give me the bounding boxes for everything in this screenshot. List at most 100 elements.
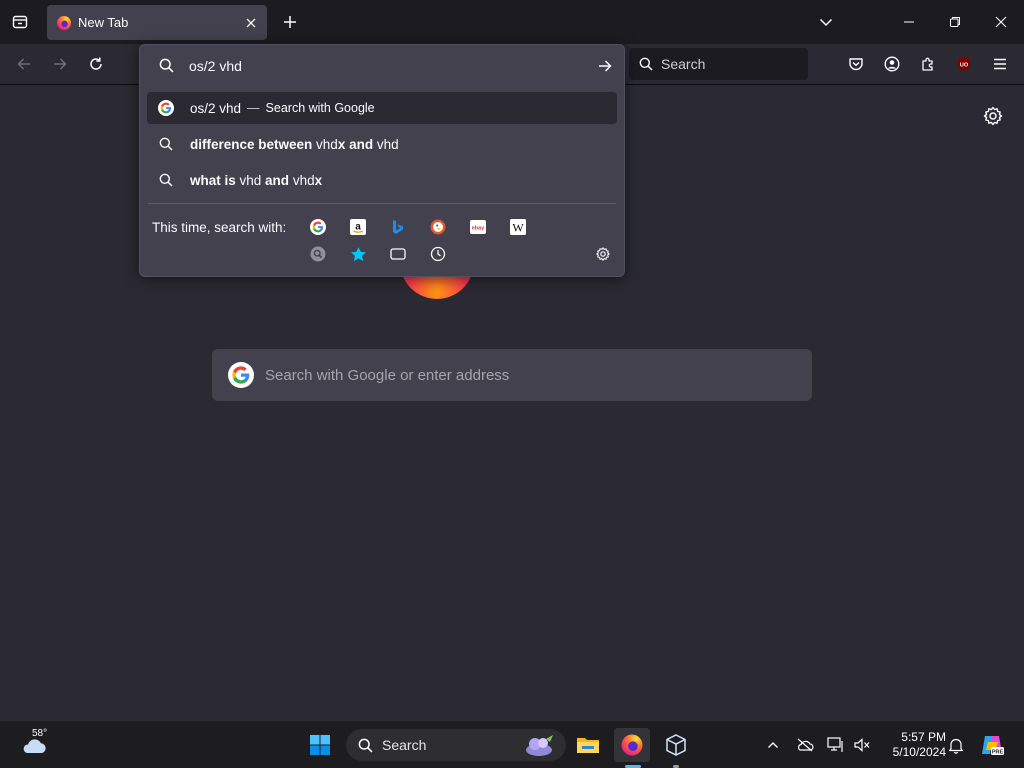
result-search-with-google[interactable]: os/2 vhd — Search with Google bbox=[147, 92, 617, 124]
engine-amazon-button[interactable]: a bbox=[347, 216, 369, 238]
ublock-badge: UO bbox=[960, 63, 969, 69]
volume-tray-icon[interactable] bbox=[852, 735, 872, 755]
taskbar-search-placeholder: Search bbox=[382, 737, 427, 753]
bell-icon bbox=[948, 738, 964, 754]
search-icon bbox=[159, 173, 173, 187]
onedrive-tray-icon[interactable] bbox=[795, 735, 815, 755]
engine-bing-button[interactable] bbox=[387, 216, 409, 238]
result-separator: — bbox=[247, 101, 260, 115]
chevron-up-icon bbox=[768, 742, 778, 748]
amazon-icon: a bbox=[350, 219, 366, 235]
network-monitor-icon bbox=[827, 737, 843, 752]
firefox-view-icon bbox=[12, 15, 28, 29]
urlbar-input[interactable]: os/2 vhd bbox=[140, 45, 624, 86]
duckduckgo-icon bbox=[430, 219, 446, 235]
google-icon bbox=[310, 219, 326, 235]
ntp-settings-button[interactable] bbox=[982, 105, 1004, 127]
clock-time: 5:57 PM bbox=[901, 730, 946, 744]
firefox-taskbar-button[interactable] bbox=[614, 728, 650, 762]
result-suggestion[interactable]: difference between vhdx and vhd bbox=[147, 128, 617, 160]
urlbar-value[interactable]: os/2 vhd bbox=[189, 58, 597, 74]
firefox-favicon-icon bbox=[57, 15, 71, 30]
panel-divider bbox=[148, 203, 616, 204]
close-icon bbox=[246, 18, 256, 27]
minimize-icon bbox=[904, 21, 914, 23]
star-icon bbox=[350, 246, 366, 261]
virtualbox-cube-icon bbox=[666, 734, 686, 756]
bookmarks-search-button[interactable] bbox=[347, 243, 369, 265]
virtualbox-button[interactable] bbox=[658, 728, 694, 762]
ntp-search-placeholder: Search with Google or enter address bbox=[265, 366, 510, 384]
tab-close-button[interactable] bbox=[240, 12, 262, 34]
close-window-button[interactable] bbox=[978, 0, 1024, 44]
search-settings-button[interactable] bbox=[592, 243, 614, 265]
back-button[interactable] bbox=[9, 49, 39, 79]
restore-button[interactable] bbox=[932, 0, 978, 44]
cloud-off-icon bbox=[797, 738, 814, 752]
suggestion-text: difference between vhdx and vhd bbox=[190, 136, 399, 152]
gear-icon bbox=[983, 106, 1003, 126]
account-icon bbox=[884, 56, 900, 72]
pocket-button[interactable] bbox=[841, 49, 871, 79]
ebay-glyph: ebay bbox=[472, 226, 485, 232]
extensions-button[interactable] bbox=[913, 49, 943, 79]
magnifier-badge-icon bbox=[310, 246, 326, 262]
engine-google-button[interactable] bbox=[307, 216, 329, 238]
new-tab-button[interactable] bbox=[274, 6, 306, 38]
search-bar-placeholder: Search bbox=[661, 56, 706, 72]
chevron-down-icon bbox=[819, 18, 833, 27]
forward-button[interactable] bbox=[45, 49, 75, 79]
go-arrow-icon[interactable] bbox=[597, 58, 613, 74]
file-explorer-button[interactable] bbox=[570, 728, 606, 762]
tabs-search-button[interactable] bbox=[387, 243, 409, 265]
search-bar[interactable]: Search bbox=[629, 48, 808, 80]
restore-icon bbox=[950, 17, 960, 27]
search-icon bbox=[159, 137, 173, 151]
speaker-muted-icon bbox=[854, 738, 870, 752]
tray-overflow-button[interactable] bbox=[763, 735, 783, 755]
engine-duckduckgo-button[interactable] bbox=[427, 216, 449, 238]
search-icon bbox=[159, 58, 174, 73]
notifications-button[interactable] bbox=[946, 735, 966, 755]
engine-ebay-button[interactable]: ebay bbox=[467, 216, 489, 238]
copilot-button[interactable]: PRE bbox=[978, 731, 1006, 759]
firefox-view-button[interactable] bbox=[4, 6, 36, 38]
puzzle-icon bbox=[922, 57, 933, 71]
arrow-right-icon bbox=[54, 58, 67, 70]
ntp-search-box[interactable]: Search with Google or enter address bbox=[212, 349, 812, 401]
engine-generic-search-button[interactable] bbox=[307, 243, 329, 265]
result-suggestion[interactable]: what is vhd and vhdx bbox=[147, 164, 617, 196]
windows-logo-icon bbox=[310, 735, 330, 755]
account-button[interactable] bbox=[877, 49, 907, 79]
engine-wikipedia-button[interactable]: W bbox=[507, 216, 529, 238]
hamburger-menu-icon bbox=[994, 58, 1006, 70]
wikipedia-glyph: W bbox=[512, 221, 524, 235]
network-tray-icon[interactable] bbox=[826, 735, 846, 755]
search-icon bbox=[358, 738, 373, 752]
app-menu-button[interactable] bbox=[985, 49, 1015, 79]
wikipedia-icon: W bbox=[510, 219, 526, 235]
history-search-button[interactable] bbox=[427, 243, 449, 265]
taskbar-clock[interactable]: 5:57 PM 5/10/2024 bbox=[880, 730, 946, 760]
reload-button[interactable] bbox=[81, 49, 111, 79]
tab-title: New Tab bbox=[78, 15, 129, 30]
search-highlight-icon bbox=[526, 735, 553, 756]
taskbar-search[interactable]: Search bbox=[346, 729, 566, 761]
clock-date: 5/10/2024 bbox=[892, 745, 946, 759]
search-icon bbox=[639, 57, 653, 71]
google-icon bbox=[158, 100, 174, 116]
ublock-origin-button[interactable]: UO bbox=[949, 49, 979, 79]
start-button[interactable] bbox=[302, 728, 338, 762]
google-icon bbox=[228, 362, 254, 388]
pocket-icon bbox=[849, 58, 863, 71]
svg-text:a: a bbox=[355, 222, 361, 233]
copilot-badge: PRE bbox=[992, 750, 1004, 756]
ebay-icon: ebay bbox=[470, 220, 486, 234]
list-all-tabs-button[interactable] bbox=[810, 6, 842, 38]
tab-new-tab[interactable]: New Tab bbox=[47, 5, 267, 40]
arrow-left-icon bbox=[17, 58, 30, 70]
minimize-button[interactable] bbox=[886, 0, 932, 44]
clock-icon bbox=[430, 246, 446, 262]
plus-icon bbox=[284, 16, 296, 28]
reload-icon bbox=[90, 57, 102, 70]
